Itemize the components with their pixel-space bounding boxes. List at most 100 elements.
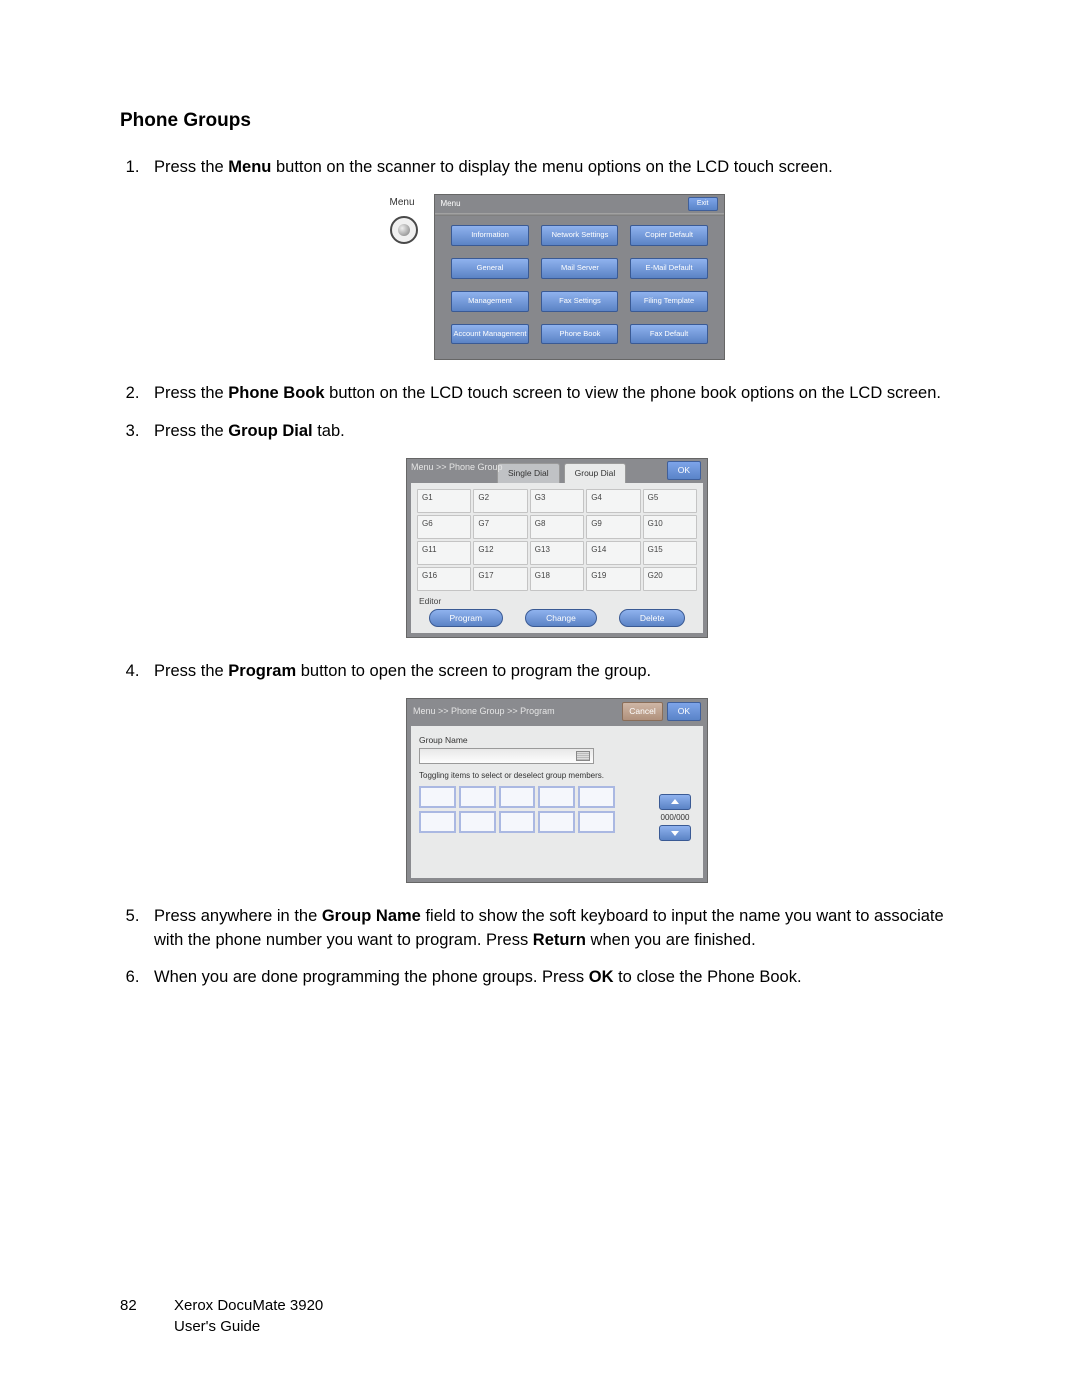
group-cell[interactable]: G1 [417,489,471,513]
group-cell[interactable]: G5 [643,489,697,513]
step-text: when you are finished. [586,931,756,949]
change-button[interactable]: Change [525,609,597,627]
page-number: 82 [120,1295,174,1316]
menu-item-management[interactable]: Management [451,291,530,312]
program-button[interactable]: Program [429,609,504,627]
lcd-title: Menu [441,198,461,210]
group-cell[interactable]: G12 [473,541,527,565]
step-text: button on the LCD touch screen to view t… [325,384,941,402]
menu-item-email-default[interactable]: E-Mail Default [630,258,707,279]
page-counter: 000/000 [659,812,691,824]
member-slot[interactable] [538,786,575,808]
step-text: to close the Phone Book. [614,968,802,986]
bold-group-dial: Group Dial [228,422,312,440]
bold-group-name: Group Name [322,907,421,925]
chevron-up-icon [671,799,679,804]
menu-item-filing-template[interactable]: Filing Template [630,291,707,312]
product-name: Xerox DocuMate 3920 [174,1297,323,1314]
bold-menu: Menu [228,158,271,176]
step-text: Press anywhere in the [154,907,322,925]
cancel-button[interactable]: Cancel [622,702,662,720]
menu-item-general[interactable]: General [451,258,530,279]
page-up-button[interactable] [659,794,691,810]
group-cell[interactable]: G8 [530,515,584,539]
breadcrumb: Menu >> Phone Group [411,461,503,474]
step-text: Press the [154,422,228,440]
group-cell[interactable]: G14 [586,541,640,565]
step-1: Press the Menu button on the scanner to … [144,156,960,360]
member-slot[interactable] [419,786,456,808]
member-slot[interactable] [459,786,496,808]
menu-item-information[interactable]: Information [451,225,530,246]
group-cell[interactable]: G18 [530,567,584,591]
ok-button[interactable]: OK [667,702,701,720]
ok-button[interactable]: OK [667,461,701,479]
group-cell[interactable]: G3 [530,489,584,513]
group-cell[interactable]: G17 [473,567,527,591]
menu-item-fax-default[interactable]: Fax Default [630,324,707,345]
group-name-label: Group Name [419,734,695,746]
menu-item-fax-settings[interactable]: Fax Settings [541,291,618,312]
group-cell[interactable]: G4 [586,489,640,513]
phone-group-screenshot: Menu >> Phone Group Single Dial Group Di… [406,458,708,639]
step-text: Press the [154,662,228,680]
bold-program: Program [228,662,296,680]
step-6: When you are done programming the phone … [144,966,960,990]
tab-single-dial[interactable]: Single Dial [497,463,560,482]
editor-label: Editor [419,595,697,607]
step-3: Press the Group Dial tab. Menu >> Phone … [144,420,960,639]
menu-item-phone-book[interactable]: Phone Book [541,324,618,345]
menu-button-led [398,224,410,236]
step-text: When you are done programming the phone … [154,968,589,986]
group-cell[interactable]: G9 [586,515,640,539]
page-footer: 82Xerox DocuMate 3920 User's Guide [120,1295,323,1337]
step-2: Press the Phone Book button on the LCD t… [144,382,960,406]
group-cell[interactable]: G11 [417,541,471,565]
step-text: button to open the screen to program the… [296,662,651,680]
step-5: Press anywhere in the Group Name field t… [144,905,960,953]
bold-phone-book: Phone Book [228,384,324,402]
group-cell[interactable]: G13 [530,541,584,565]
tab-group-dial[interactable]: Group Dial [564,463,627,482]
page-down-button[interactable] [659,825,691,841]
step-text: Press the [154,384,228,402]
step-4: Press the Program button to open the scr… [144,660,960,882]
group-name-input[interactable] [419,748,594,764]
menu-item-network-settings[interactable]: Network Settings [541,225,618,246]
group-cell[interactable]: G10 [643,515,697,539]
doc-name: User's Guide [174,1318,260,1335]
chevron-down-icon [671,831,679,836]
step-text: tab. [313,422,345,440]
physical-menu-label: Menu [390,196,434,211]
menu-screenshot: Menu Menu Exit Information Network Setti… [390,194,725,360]
bold-return: Return [533,931,586,949]
bold-ok: OK [589,968,614,986]
exit-button[interactable]: Exit [688,197,718,211]
group-cell[interactable]: G7 [473,515,527,539]
member-slot[interactable] [499,811,536,833]
divider [435,213,724,216]
member-slot[interactable] [578,786,615,808]
member-slot[interactable] [499,786,536,808]
member-slot[interactable] [538,811,575,833]
group-cell[interactable]: G16 [417,567,471,591]
menu-item-copier-default[interactable]: Copier Default [630,225,707,246]
step-text: Press the [154,158,228,176]
menu-item-mail-server[interactable]: Mail Server [541,258,618,279]
group-cell[interactable]: G19 [586,567,640,591]
member-slot[interactable] [419,811,456,833]
group-cell[interactable]: G20 [643,567,697,591]
group-cell[interactable]: G6 [417,515,471,539]
delete-button[interactable]: Delete [619,609,686,627]
step-text: button on the scanner to display the men… [271,158,832,176]
member-slot[interactable] [459,811,496,833]
section-title: Phone Groups [120,110,960,132]
lcd-screen: Menu Exit Information Network Settings C… [434,194,725,360]
breadcrumb: Menu >> Phone Group >> Program [413,705,555,718]
member-slot[interactable] [578,811,615,833]
group-cell[interactable]: G2 [473,489,527,513]
physical-menu-button[interactable] [390,216,418,244]
group-cell[interactable]: G15 [643,541,697,565]
menu-item-account-management[interactable]: Account Management [451,324,530,345]
hint-text: Toggling items to select or deselect gro… [419,770,695,782]
